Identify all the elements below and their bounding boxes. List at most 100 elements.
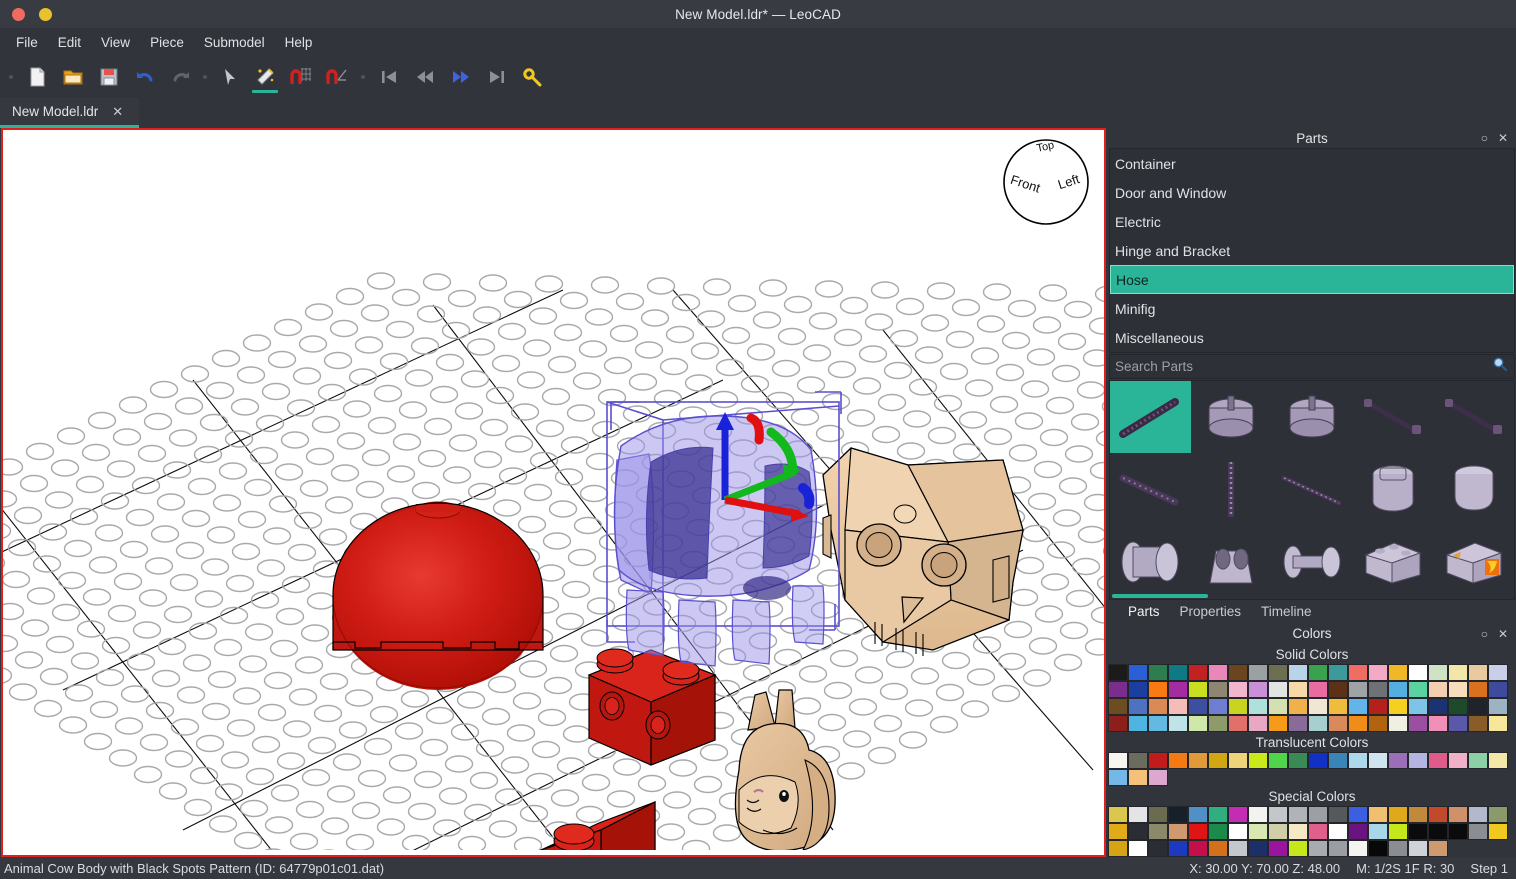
solid-color-swatch[interactable] — [1368, 698, 1388, 715]
solid-color-swatch[interactable] — [1228, 681, 1248, 698]
solid-color-swatch[interactable] — [1328, 698, 1348, 715]
solid-color-swatch[interactable] — [1188, 715, 1208, 732]
menu-piece[interactable]: Piece — [140, 32, 194, 53]
special-color-swatch[interactable] — [1388, 806, 1408, 823]
special-color-swatch[interactable] — [1468, 806, 1488, 823]
solid-color-swatch[interactable] — [1168, 681, 1188, 698]
solid-color-swatch[interactable] — [1328, 664, 1348, 681]
special-color-swatch[interactable] — [1268, 806, 1288, 823]
special-color-swatch[interactable] — [1128, 823, 1148, 840]
solid-color-swatch[interactable] — [1288, 698, 1308, 715]
solid-color-swatch[interactable] — [1128, 698, 1148, 715]
solid-color-swatch[interactable] — [1348, 715, 1368, 732]
special-color-swatch[interactable] — [1368, 823, 1388, 840]
snap-grid-button[interactable] — [284, 60, 318, 94]
solid-color-swatch[interactable] — [1188, 664, 1208, 681]
special-color-swatch[interactable] — [1348, 823, 1368, 840]
menu-view[interactable]: View — [91, 32, 140, 53]
special-color-swatch[interactable] — [1108, 806, 1128, 823]
solid-color-swatch[interactable] — [1428, 664, 1448, 681]
solid-color-swatch[interactable] — [1448, 715, 1468, 732]
undo-button[interactable] — [128, 60, 162, 94]
special-color-swatch[interactable] — [1188, 840, 1208, 857]
special-color-swatch[interactable] — [1328, 840, 1348, 857]
solid-color-swatch[interactable] — [1388, 715, 1408, 732]
translucent-color-swatch[interactable] — [1288, 752, 1308, 769]
part-thumb-hose-tapered[interactable] — [1110, 453, 1191, 526]
part-thumb-hose-thin-long[interactable] — [1272, 453, 1353, 526]
special-color-swatch[interactable] — [1228, 806, 1248, 823]
solid-color-swatch[interactable] — [1148, 715, 1168, 732]
part-thumb-flexible-hose-b[interactable] — [1433, 381, 1514, 454]
special-color-swatch[interactable] — [1148, 806, 1168, 823]
special-color-swatch[interactable] — [1308, 823, 1328, 840]
solid-color-swatch[interactable] — [1228, 715, 1248, 732]
solid-color-swatch[interactable] — [1388, 681, 1408, 698]
special-color-swatch[interactable] — [1148, 823, 1168, 840]
solid-color-swatch[interactable] — [1468, 715, 1488, 732]
solid-color-swatch[interactable] — [1488, 664, 1508, 681]
part-thumb-spool-hub[interactable] — [1110, 526, 1191, 599]
translucent-color-swatch[interactable] — [1368, 752, 1388, 769]
special-color-swatch[interactable] — [1188, 823, 1208, 840]
translucent-color-swatch[interactable] — [1328, 752, 1348, 769]
tab-properties[interactable]: Properties — [1170, 600, 1252, 623]
last-step-button[interactable] — [480, 60, 514, 94]
part-thumb-brick-2x4-open[interactable] — [1352, 526, 1433, 599]
new-file-button[interactable] — [20, 60, 54, 94]
part-thumb-pneumatic-pump-a[interactable] — [1191, 381, 1272, 454]
solid-color-swatch[interactable] — [1308, 664, 1328, 681]
category-item-electric[interactable]: Electric — [1110, 207, 1514, 236]
special-color-swatch[interactable] — [1148, 840, 1168, 857]
translucent-color-swatch[interactable] — [1468, 752, 1488, 769]
solid-color-swatch[interactable] — [1348, 664, 1368, 681]
solid-color-swatch[interactable] — [1408, 681, 1428, 698]
solid-color-swatch[interactable] — [1108, 698, 1128, 715]
solid-color-swatch[interactable] — [1308, 681, 1328, 698]
menu-help[interactable]: Help — [275, 32, 323, 53]
solid-color-swatch[interactable] — [1148, 664, 1168, 681]
solid-color-swatch[interactable] — [1208, 698, 1228, 715]
solid-color-swatch[interactable] — [1228, 664, 1248, 681]
menu-submodel[interactable]: Submodel — [194, 32, 275, 53]
solid-color-swatch[interactable] — [1268, 664, 1288, 681]
special-color-swatch[interactable] — [1188, 806, 1208, 823]
special-color-swatch[interactable] — [1348, 840, 1368, 857]
translucent-color-swatch[interactable] — [1308, 752, 1328, 769]
viewcube[interactable]: Top Front Left — [1000, 136, 1092, 228]
translucent-color-swatch[interactable] — [1208, 752, 1228, 769]
translucent-color-swatch[interactable] — [1228, 752, 1248, 769]
category-item-door-and-window[interactable]: Door and Window — [1110, 178, 1514, 207]
special-color-swatch[interactable] — [1448, 806, 1468, 823]
solid-color-swatch[interactable] — [1108, 681, 1128, 698]
special-color-swatch[interactable] — [1128, 840, 1148, 857]
redo-button[interactable] — [164, 60, 198, 94]
solid-color-swatch[interactable] — [1168, 715, 1188, 732]
part-thumb-hose-reel-holder[interactable] — [1191, 526, 1272, 599]
translucent-color-swatch[interactable] — [1128, 769, 1148, 786]
solid-color-swatch[interactable] — [1328, 715, 1348, 732]
translucent-color-swatch[interactable] — [1168, 752, 1188, 769]
special-color-swatch[interactable] — [1408, 806, 1428, 823]
solid-color-swatch[interactable] — [1488, 715, 1508, 732]
solid-color-swatch[interactable] — [1128, 664, 1148, 681]
solid-color-swatch[interactable] — [1248, 715, 1268, 732]
solid-color-swatch[interactable] — [1208, 664, 1228, 681]
document-tab-new-model[interactable]: New Model.ldr ✕ — [0, 98, 140, 128]
special-color-swatch[interactable] — [1168, 823, 1188, 840]
close-panel-icon[interactable]: ✕ — [1498, 627, 1508, 641]
special-color-swatch[interactable] — [1448, 823, 1468, 840]
solid-color-swatch[interactable] — [1208, 681, 1228, 698]
solid-color-swatch[interactable] — [1188, 681, 1208, 698]
special-color-swatch[interactable] — [1128, 806, 1148, 823]
solid-color-swatch[interactable] — [1408, 664, 1428, 681]
solid-color-swatch[interactable] — [1488, 698, 1508, 715]
special-color-swatch[interactable] — [1428, 840, 1448, 857]
solid-color-swatch[interactable] — [1368, 681, 1388, 698]
translucent-color-swatch[interactable] — [1408, 752, 1428, 769]
special-color-swatch[interactable] — [1208, 823, 1228, 840]
part-thumb-rubber-bellow-b[interactable] — [1433, 453, 1514, 526]
solid-color-swatch[interactable] — [1428, 681, 1448, 698]
float-panel-icon[interactable]: ○ — [1481, 627, 1488, 641]
special-color-swatch[interactable] — [1268, 840, 1288, 857]
